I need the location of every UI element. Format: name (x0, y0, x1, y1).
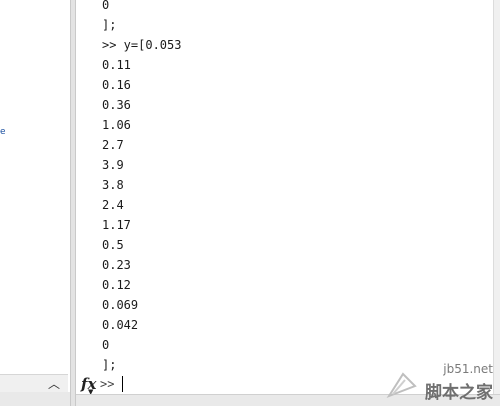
console-line: ]; (102, 358, 117, 372)
console-line: 2.7 (102, 138, 124, 152)
watermark: jb51.net 脚本之家 (385, 358, 497, 404)
command-window[interactable]: 0]; >> y=[0.053 0.11 0.16 0.36 1.06 2.7 3.9 3.8 2… (76, 0, 493, 396)
console-line: ]; (102, 18, 117, 32)
console-line: 0.5 (102, 238, 124, 252)
console-line: 0.16 (102, 78, 131, 92)
console-line: 2.4 (102, 198, 124, 212)
console-line: 0.23 (102, 258, 131, 272)
console-line: 0.042 (102, 318, 139, 332)
console-line: 0.36 (102, 98, 131, 112)
prompt-symbol: >> (100, 377, 115, 391)
watermark-url: jb51.net (443, 362, 493, 376)
console-line: 1.06 (102, 118, 131, 132)
workspace-bottom-bar (0, 392, 70, 406)
console-line: 3.8 (102, 178, 124, 192)
text-cursor[interactable] (122, 376, 123, 392)
console-line: 0 (102, 338, 110, 352)
watermark-logo-icon (386, 372, 417, 399)
console-line: 0 (102, 0, 110, 12)
console-line: 1.17 (102, 218, 131, 232)
command-window-vertical-scrollbar[interactable] (493, 0, 500, 406)
workspace-horizontal-scrollbar[interactable]: ︿ (0, 374, 68, 392)
watermark-site-name: 脚本之家 (425, 383, 493, 403)
workspace-truncated-text: e (0, 127, 6, 137)
console-line: 0.12 (102, 278, 131, 292)
console-line: 0.069 (102, 298, 139, 312)
console-line: >> y=[0.053 (102, 38, 182, 52)
workspace-panel: e ︿ (0, 0, 70, 406)
console-line: 0.11 (102, 58, 131, 72)
console-line: 3.9 (102, 158, 124, 172)
scroll-up-arrow-icon[interactable]: ︿ (48, 375, 60, 392)
